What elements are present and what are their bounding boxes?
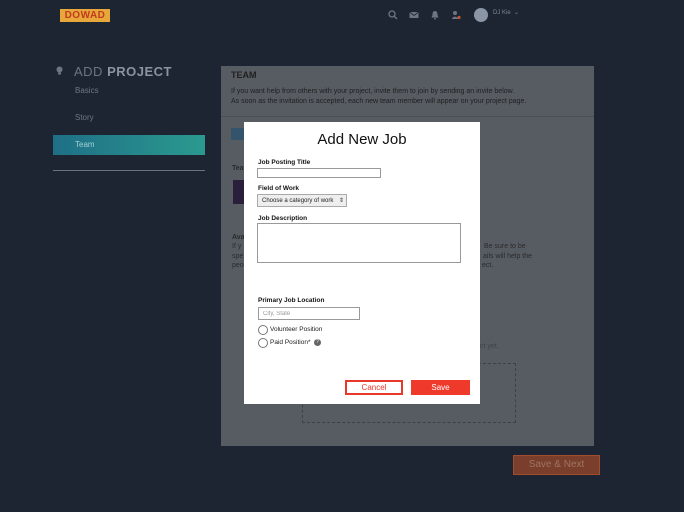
job-title-input[interactable] [257, 168, 381, 178]
sidebar-title-prefix: ADD [74, 64, 103, 79]
add-job-modal: Add New Job Job Posting Title Field of W… [244, 122, 480, 404]
select-arrows-icon: ⇕ [338, 198, 344, 204]
field-of-work-value: Choose a category of work [262, 198, 334, 204]
paid-label: Paid Position* [270, 339, 311, 346]
location-input[interactable] [258, 307, 360, 320]
jobs-text-fragment: ect. [482, 262, 494, 269]
team-member-image [233, 180, 244, 204]
logo[interactable]: DOWAD [60, 9, 110, 22]
location-label: Primary Job Location [258, 297, 325, 304]
paid-radio[interactable] [258, 338, 268, 348]
jobs-text-fragment: spe [232, 253, 244, 260]
sidebar-item-label: Basics [75, 86, 99, 95]
avatar[interactable] [474, 8, 488, 22]
sidebar-item-team[interactable]: Team [53, 135, 205, 155]
panel-intro-line-2: As soon as the invitation is accepted, e… [231, 98, 527, 105]
volunteer-label: Volunteer Position [270, 326, 323, 333]
top-bar: DOWAD DJ Kie ⌄ [0, 0, 684, 32]
available-jobs-heading: Ava [232, 234, 245, 241]
job-description-textarea[interactable] [257, 223, 461, 263]
save-button[interactable]: Save [411, 380, 470, 395]
no-jobs-text: ct yet. [480, 343, 499, 350]
mail-icon[interactable] [409, 10, 419, 20]
sidebar-item-story[interactable]: Story [53, 108, 205, 128]
sidebar-item-basics[interactable]: Basics [53, 81, 205, 101]
help-icon[interactable]: ? [314, 339, 321, 346]
modal-title: Add New Job [317, 131, 407, 148]
panel-intro-line-1: If you want help from others with your p… [231, 88, 515, 95]
sidebar-item-label: Story [75, 113, 94, 122]
panel-divider [221, 116, 594, 117]
invite-button[interactable] [231, 128, 245, 140]
search-icon[interactable] [388, 10, 398, 20]
chevron-down-icon[interactable]: ⌄ [514, 9, 519, 16]
jobs-text-fragment: ails will help the [483, 253, 533, 260]
jobs-text-fragment: peo [232, 262, 244, 269]
job-description-label: Job Description [258, 215, 308, 222]
jobs-text-fragment: Be sure to be [484, 243, 526, 250]
sidebar-title-bold: PROJECT [107, 64, 172, 79]
save-next-button[interactable]: Save & Next [513, 455, 600, 475]
lightbulb-icon [56, 66, 63, 75]
sidebar-item-label: Team [75, 140, 95, 149]
user-notification-icon[interactable] [451, 10, 461, 20]
job-title-label: Job Posting Title [258, 159, 311, 166]
sidebar-divider [53, 170, 205, 171]
field-of-work-label: Field of Work [258, 185, 300, 192]
bell-icon[interactable] [430, 10, 440, 20]
panel-title: TEAM [231, 70, 257, 80]
jobs-text-fragment: If y [232, 243, 242, 250]
field-of-work-select[interactable]: Choose a category of work ⇕ [257, 194, 347, 207]
cancel-button[interactable]: Cancel [345, 380, 403, 395]
team-heading: Tea [232, 165, 244, 172]
user-name[interactable]: DJ Kie [493, 10, 511, 16]
sidebar-title: ADD PROJECT [74, 64, 172, 79]
volunteer-radio[interactable] [258, 325, 268, 335]
